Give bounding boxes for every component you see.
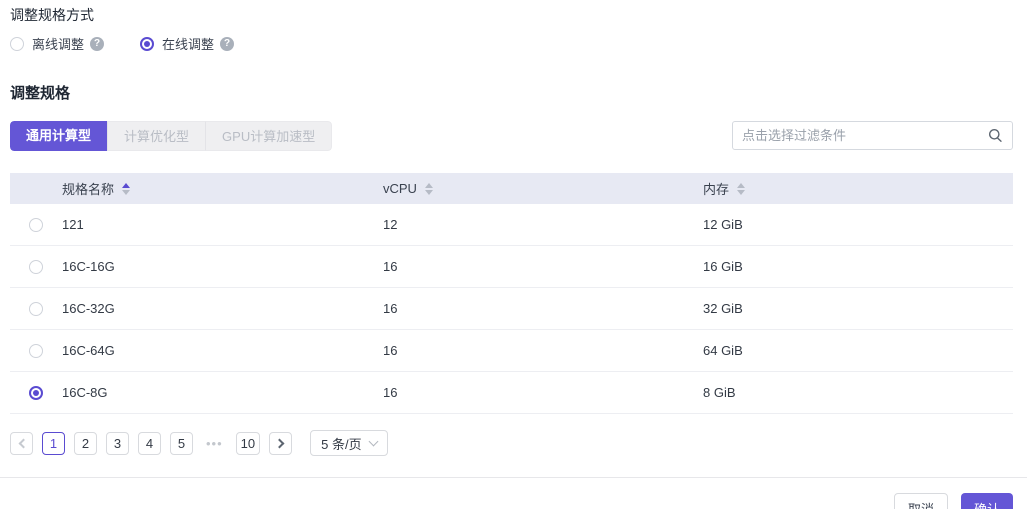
page-size-select[interactable]: 5 条/页 <box>310 430 387 456</box>
cancel-button[interactable]: 取消 <box>894 493 948 509</box>
page-button-2[interactable]: 2 <box>74 432 97 455</box>
method-radio-label: 在线调整 <box>162 34 214 53</box>
page-button-5[interactable]: 5 <box>170 432 193 455</box>
pagination: 12345 ••• 10 5 条/页 <box>10 430 1013 456</box>
column-header-label: 规格名称 <box>62 179 114 198</box>
cell-memory: 16 GiB <box>703 259 1013 274</box>
sort-icon[interactable] <box>737 183 745 195</box>
search-icon[interactable] <box>988 128 1003 143</box>
tab-GPU计算加速型: GPU计算加速型 <box>205 121 332 151</box>
cell-name: 16C-16G <box>62 259 383 274</box>
cell-vcpu: 16 <box>383 259 703 274</box>
page-size-label: 5 条/页 <box>321 434 361 453</box>
method-section-title: 调整规格方式 <box>10 5 1013 25</box>
sort-asc-arrow[interactable] <box>122 183 130 188</box>
filter-search-box[interactable] <box>732 121 1013 150</box>
table-row[interactable]: 16C-32G1632 GiB <box>10 288 1013 330</box>
resize-spec-dialog: 调整规格方式 离线调整?在线调整? 调整规格 通用计算型计算优化型GPU计算加速… <box>0 0 1027 456</box>
method-radio-option[interactable]: 离线调整? <box>10 34 104 53</box>
dialog-footer: 取消 确认 <box>0 478 1027 509</box>
cell-name: 16C-32G <box>62 301 383 316</box>
radio-icon[interactable] <box>10 37 24 51</box>
cell-vcpu: 16 <box>383 301 703 316</box>
sort-asc-arrow[interactable] <box>737 183 745 188</box>
spec-table-body: 1211212 GiB16C-16G1616 GiB16C-32G1632 Gi… <box>10 204 1013 414</box>
page-button-10[interactable]: 10 <box>236 432 260 455</box>
cell-name: 16C-8G <box>62 385 383 400</box>
row-radio-cell[interactable] <box>10 260 62 274</box>
spec-toolbar: 通用计算型计算优化型GPU计算加速型 <box>10 121 1013 151</box>
confirm-button[interactable]: 确认 <box>961 493 1013 509</box>
filter-search-input[interactable] <box>742 128 988 143</box>
row-radio-icon[interactable] <box>29 302 43 316</box>
sort-icon[interactable] <box>425 183 433 195</box>
row-radio-cell[interactable] <box>10 344 62 358</box>
row-radio-cell[interactable] <box>10 302 62 316</box>
column-header-label: vCPU <box>383 181 417 196</box>
help-icon[interactable]: ? <box>220 37 234 51</box>
row-radio-icon[interactable] <box>29 386 43 400</box>
cell-name: 16C-64G <box>62 343 383 358</box>
instance-type-tabs: 通用计算型计算优化型GPU计算加速型 <box>10 121 332 151</box>
cell-name: 121 <box>62 217 383 232</box>
sort-desc-arrow[interactable] <box>425 190 433 195</box>
table-row[interactable]: 16C-16G1616 GiB <box>10 246 1013 288</box>
spec-table-header: 规格名称 vCPU 内存 <box>10 173 1013 204</box>
column-header: 内存 <box>703 179 1013 198</box>
cell-vcpu: 16 <box>383 343 703 358</box>
help-icon[interactable]: ? <box>90 37 104 51</box>
table-row[interactable]: 16C-8G168 GiB <box>10 372 1013 414</box>
tab-计算优化型: 计算优化型 <box>107 121 205 151</box>
row-radio-icon[interactable] <box>29 260 43 274</box>
cell-memory: 8 GiB <box>703 385 1013 400</box>
row-radio-cell[interactable] <box>10 386 62 400</box>
sort-desc-arrow[interactable] <box>737 190 745 195</box>
cell-vcpu: 12 <box>383 217 703 232</box>
cell-vcpu: 16 <box>383 385 703 400</box>
sort-desc-arrow[interactable] <box>122 190 130 195</box>
row-radio-icon[interactable] <box>29 218 43 232</box>
spec-section-title: 调整规格 <box>10 82 1013 103</box>
page-button-1[interactable]: 1 <box>42 432 65 455</box>
cell-memory: 32 GiB <box>703 301 1013 316</box>
table-row[interactable]: 1211212 GiB <box>10 204 1013 246</box>
tab-通用计算型[interactable]: 通用计算型 <box>10 121 107 151</box>
sort-icon[interactable] <box>122 183 130 195</box>
column-header: vCPU <box>383 181 703 196</box>
cell-memory: 12 GiB <box>703 217 1013 232</box>
spec-table: 规格名称vCPU内存 1211212 GiB16C-16G1616 GiB16C… <box>10 173 1013 414</box>
radio-icon[interactable] <box>140 37 154 51</box>
row-radio-icon[interactable] <box>29 344 43 358</box>
method-radio-label: 离线调整 <box>32 34 84 53</box>
table-row[interactable]: 16C-64G1664 GiB <box>10 330 1013 372</box>
column-header: 规格名称 <box>62 179 383 198</box>
cell-memory: 64 GiB <box>703 343 1013 358</box>
next-page-button[interactable] <box>269 432 292 455</box>
page-button-4[interactable]: 4 <box>138 432 161 455</box>
column-header-label: 内存 <box>703 179 729 198</box>
sort-asc-arrow[interactable] <box>425 183 433 188</box>
chevron-left-icon <box>18 438 28 448</box>
prev-page-button[interactable] <box>10 432 33 455</box>
method-radio-group: 离线调整?在线调整? <box>10 34 1013 53</box>
chevron-down-icon <box>368 437 378 447</box>
page-button-3[interactable]: 3 <box>106 432 129 455</box>
method-radio-option[interactable]: 在线调整? <box>140 34 234 53</box>
chevron-right-icon <box>274 438 284 448</box>
ellipsis-icon[interactable]: ••• <box>202 436 227 451</box>
row-radio-cell[interactable] <box>10 218 62 232</box>
